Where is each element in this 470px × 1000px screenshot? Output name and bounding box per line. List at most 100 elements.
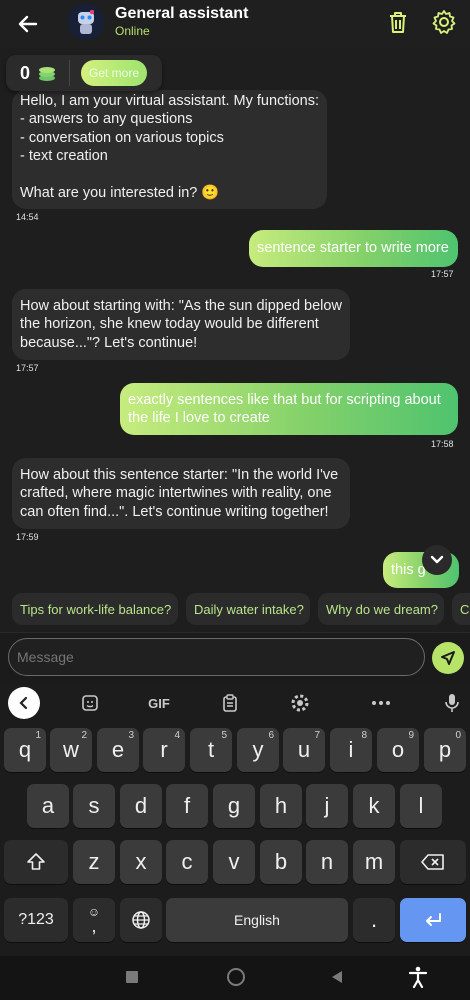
key-label: e [111, 737, 125, 762]
trash-icon[interactable] [384, 8, 412, 36]
back-triangle-icon[interactable] [331, 970, 343, 989]
key-label: y [252, 737, 264, 762]
chat-title: General assistant [115, 5, 249, 22]
accessibility-icon[interactable] [408, 966, 428, 993]
key-label: r [160, 737, 168, 762]
suggestion-chip[interactable]: Tips for work-life balance? [12, 593, 178, 625]
key-label: t [207, 737, 215, 762]
message-bubble-bot: How about this sentence starter: "In the… [12, 458, 350, 529]
assistant-avatar [68, 4, 104, 40]
key-label: , [91, 916, 97, 936]
message-time: 17:57 [16, 363, 39, 373]
suggestion-chip[interactable]: Co [452, 593, 470, 625]
comma-key[interactable]: ☺ , [73, 898, 115, 942]
key-l[interactable]: l [400, 784, 442, 828]
key-hint: 5 [221, 730, 227, 741]
keyboard-collapse-button[interactable] [8, 687, 40, 719]
message-bubble-bot: Hello, I am your virtual assistant. My f… [12, 90, 327, 209]
keyboard-settings-icon[interactable] [286, 690, 314, 716]
key-hint: 0 [455, 730, 461, 741]
key-y[interactable]: y6 [237, 728, 279, 772]
message-bubble-user: sentence starter to write more [249, 230, 458, 267]
scroll-down-button[interactable] [422, 545, 452, 575]
key-r[interactable]: r4 [143, 728, 185, 772]
send-icon [441, 651, 455, 665]
key-hint: 7 [314, 730, 320, 741]
key-m[interactable]: m [353, 840, 395, 884]
enter-key[interactable] [400, 898, 466, 942]
backspace-key[interactable] [400, 840, 466, 884]
message-bubble-user: exactly sentences like that but for scri… [120, 383, 458, 435]
key-hint: 2 [81, 730, 87, 741]
key-b[interactable]: b [260, 840, 302, 884]
home-icon[interactable] [227, 968, 245, 986]
enter-icon [426, 913, 441, 926]
key-o[interactable]: o9 [377, 728, 419, 772]
key-c[interactable]: c [166, 840, 208, 884]
message-time: 17:57 [431, 269, 454, 279]
key-hint: 9 [408, 730, 414, 741]
key-z[interactable]: z [73, 840, 115, 884]
message-time: 17:58 [431, 439, 454, 449]
key-label: o [391, 737, 405, 762]
key-label: p [438, 737, 452, 762]
clipboard-icon[interactable] [216, 690, 244, 716]
sticker-icon[interactable] [76, 690, 104, 716]
online-status: Online [115, 24, 150, 38]
shift-icon [27, 853, 45, 870]
key-n[interactable]: n [306, 840, 348, 884]
message-input[interactable] [8, 638, 425, 676]
key-e[interactable]: e3 [97, 728, 139, 772]
more-options-icon[interactable] [366, 690, 396, 716]
shift-key[interactable] [4, 840, 68, 884]
key-u[interactable]: u7 [283, 728, 325, 772]
key-f[interactable]: f [166, 784, 208, 828]
key-g[interactable]: g [213, 784, 255, 828]
divider [69, 60, 70, 86]
key-k[interactable]: k [353, 784, 395, 828]
key-hint: 4 [174, 730, 180, 741]
key-s[interactable]: s [73, 784, 115, 828]
key-w[interactable]: w2 [50, 728, 92, 772]
suggestion-chip[interactable]: Why do we dream? [318, 593, 444, 625]
period-key[interactable]: . [353, 898, 395, 942]
gif-button[interactable]: GIF [142, 690, 176, 716]
gear-icon[interactable] [430, 8, 458, 36]
key-v[interactable]: v [213, 840, 255, 884]
message-time: 17:59 [16, 532, 39, 542]
key-label: w [63, 737, 79, 762]
suggestion-chip[interactable]: Daily water intake? [186, 593, 310, 625]
key-q[interactable]: q1 [4, 728, 46, 772]
key-x[interactable]: x [120, 840, 162, 884]
send-button[interactable] [432, 642, 464, 674]
key-hint: 6 [268, 730, 274, 741]
key-hint: 3 [128, 730, 134, 741]
chevron-left-icon [19, 696, 28, 710]
key-label: q [18, 737, 32, 762]
back-arrow-icon[interactable] [14, 10, 42, 38]
chevron-down-icon [430, 555, 444, 564]
key-hint: 8 [361, 730, 367, 741]
backspace-icon [421, 854, 444, 870]
globe-icon [132, 911, 150, 929]
message-time: 14:54 [16, 212, 39, 222]
message-bubble-bot: How about starting with: "As the sun dip… [12, 289, 350, 360]
language-key[interactable] [120, 898, 162, 942]
key-i[interactable]: i8 [330, 728, 372, 772]
get-more-button[interactable]: Get more [81, 60, 147, 86]
key-label: i [348, 737, 354, 762]
coin-count: 0 [20, 63, 31, 83]
microphone-icon[interactable] [438, 690, 466, 716]
recents-icon[interactable] [126, 971, 138, 983]
key-p[interactable]: p0 [424, 728, 466, 772]
key-label: u [297, 737, 311, 762]
space-key[interactable]: English [166, 898, 348, 942]
symbols-key[interactable]: ?123 [4, 898, 68, 942]
coin-stack-icon [37, 64, 57, 82]
key-a[interactable]: a [27, 784, 69, 828]
key-t[interactable]: t5 [190, 728, 232, 772]
key-d[interactable]: d [120, 784, 162, 828]
key-j[interactable]: j [306, 784, 348, 828]
key-hint: 1 [35, 730, 41, 741]
key-h[interactable]: h [260, 784, 302, 828]
